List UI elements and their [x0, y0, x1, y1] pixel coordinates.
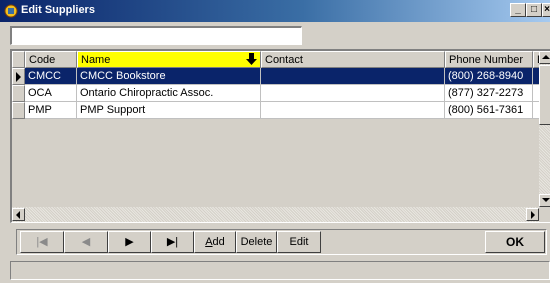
sort-down-arrow-icon	[246, 53, 257, 65]
add-button-mnemonic: A	[205, 236, 213, 248]
cell-contact[interactable]	[261, 68, 445, 85]
column-header-contact[interactable]: Contact	[261, 51, 445, 68]
header-indicator-cell	[12, 51, 25, 68]
edit-button[interactable]: Edit	[277, 231, 321, 253]
vertical-scroll-thumb[interactable]	[539, 65, 550, 125]
next-record-button[interactable]: ▶	[108, 231, 151, 253]
scroll-left-arrow-icon	[16, 211, 20, 219]
table-row[interactable]: PMP PMP Support (800) 561-7361	[12, 102, 539, 119]
title-bar[interactable]: Edit Suppliers _ □ ×	[0, 0, 550, 22]
column-header-phone[interactable]: Phone Number	[445, 51, 533, 68]
cell-contact[interactable]	[261, 85, 445, 102]
previous-record-button[interactable]: ◀	[64, 231, 108, 253]
add-button-label-rest: dd	[212, 236, 225, 248]
cell-code[interactable]: CMCC	[25, 68, 77, 85]
minimize-button[interactable]: _	[510, 3, 526, 17]
last-record-button[interactable]: ▶|	[151, 231, 194, 253]
scroll-up-button[interactable]	[539, 51, 550, 64]
scroll-right-arrow-icon	[531, 211, 535, 219]
scroll-down-button[interactable]	[539, 194, 550, 207]
current-row-pointer-icon	[16, 72, 21, 82]
row-indicator	[12, 85, 25, 102]
cell-phone[interactable]: (877) 327-2273	[445, 85, 533, 102]
grid-area: Code Name Contact Phone Number E CMCC CM…	[12, 51, 539, 207]
grid-header-row: Code Name Contact Phone Number E	[12, 51, 539, 68]
scrollbar-corner	[539, 207, 550, 222]
edit-suppliers-window: Edit Suppliers _ □ × Code Name Contact P…	[0, 0, 550, 283]
cell-phone[interactable]: (800) 561-7361	[445, 102, 533, 119]
row-indicator	[12, 68, 25, 85]
close-button[interactable]: ×	[542, 3, 550, 17]
row-indicator	[12, 102, 25, 119]
filter-input[interactable]	[10, 26, 302, 45]
cell-code[interactable]: OCA	[25, 85, 77, 102]
maximize-button[interactable]: □	[526, 3, 542, 17]
scroll-left-button[interactable]	[12, 208, 25, 221]
scroll-down-arrow-icon	[542, 198, 550, 202]
horizontal-scrollbar[interactable]	[12, 207, 539, 222]
cell-contact[interactable]	[261, 102, 445, 119]
table-row[interactable]: CMCC CMCC Bookstore (800) 268-8940	[12, 68, 539, 85]
cell-code[interactable]: PMP	[25, 102, 77, 119]
ok-button[interactable]: OK	[485, 231, 545, 253]
column-header-code[interactable]: Code	[25, 51, 77, 68]
button-bar: |◀ ◀ ▶ ▶| Add Delete Edit OK	[16, 229, 547, 255]
suppliers-grid[interactable]: Code Name Contact Phone Number E CMCC CM…	[10, 49, 550, 223]
cell-name[interactable]: PMP Support	[77, 102, 261, 119]
cell-phone[interactable]: (800) 268-8940	[445, 68, 533, 85]
column-header-name[interactable]: Name	[77, 51, 261, 68]
column-header-name-label: Name	[81, 54, 111, 66]
table-row[interactable]: OCA Ontario Chiropractic Assoc. (877) 32…	[12, 85, 539, 102]
app-icon	[4, 4, 18, 18]
window-title: Edit Suppliers	[21, 4, 95, 16]
scroll-right-button[interactable]	[526, 208, 539, 221]
first-record-button[interactable]: |◀	[20, 231, 64, 253]
cell-name[interactable]: CMCC Bookstore	[77, 68, 261, 85]
scroll-up-arrow-icon	[542, 55, 550, 59]
status-bar	[10, 261, 550, 280]
delete-button[interactable]: Delete	[236, 231, 277, 253]
vertical-scrollbar[interactable]	[539, 51, 550, 207]
add-button[interactable]: Add	[194, 231, 236, 253]
cell-name[interactable]: Ontario Chiropractic Assoc.	[77, 85, 261, 102]
